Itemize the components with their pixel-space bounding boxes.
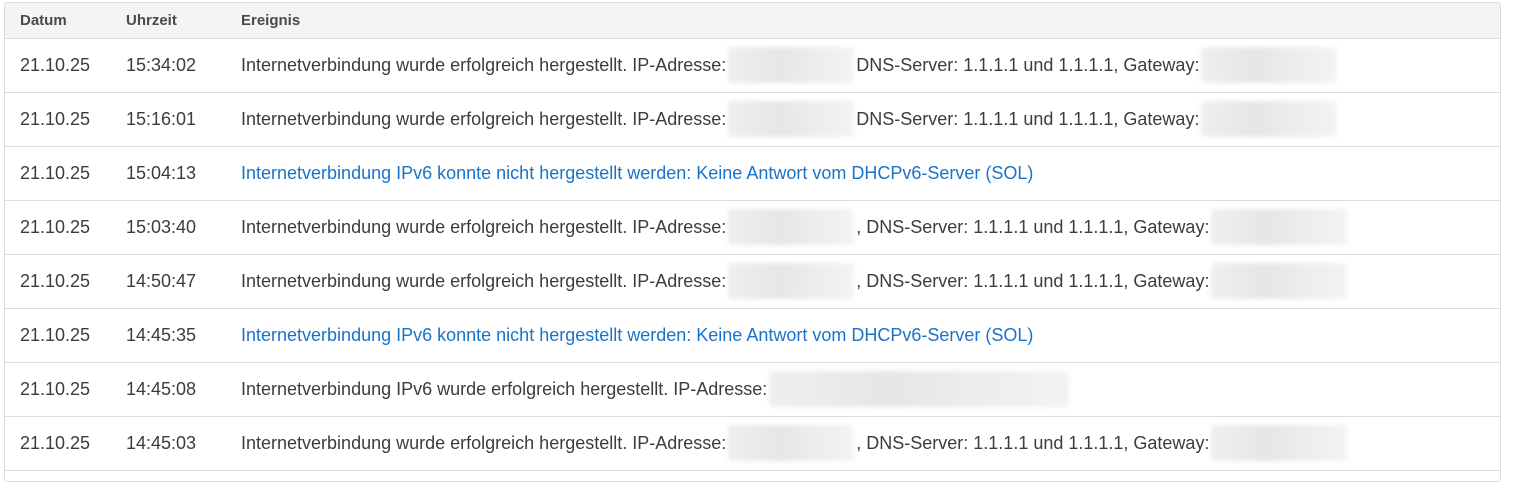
event-text: Internetverbindung IPv6 konnte nicht her… [241,162,1034,183]
row-time: 14:45:08 [126,379,197,399]
event-log-table: Datum Uhrzeit Ereignis 21.10.25 15:34:02 I… [4,2,1501,482]
redacted-ip-address [728,101,855,137]
row-event-link[interactable]: Internetverbindung IPv6 konnte nicht her… [241,155,1033,191]
redacted-ip-address [728,263,855,299]
row-date: 21.10.25 [20,433,91,453]
row-event-link[interactable]: Internetverbindung IPv6 konnte nicht her… [241,317,1033,353]
row-date: 21.10.25 [20,379,91,399]
redacted-gateway [1201,47,1338,83]
redacted-gateway [1211,425,1348,461]
header-event[interactable]: Ereignis [241,12,300,29]
row-event: Internetverbindung wurde erfolgreich her… [241,101,1339,137]
event-text: Internetverbindung wurde erfolgreich her… [241,216,727,237]
table-row: 21.10.25 14:45:08 Internetverbindung IPv6 … [5,363,1500,417]
redacted-gateway [1211,263,1348,299]
table-row: 21.10.25 14:45:03 Internetverbindung wurde… [5,417,1500,471]
event-text: Internetverbindung wurde erfolgreich her… [241,108,727,129]
redacted-gateway [1201,101,1338,137]
table-body: 21.10.25 15:34:02 Internetverbindung wurde… [5,39,1500,471]
redacted-ipv6-address [769,371,1070,407]
row-date: 21.10.25 [20,163,91,183]
row-event: Internetverbindung wurde erfolgreich her… [241,425,1349,461]
row-time: 14:45:35 [126,325,197,345]
event-text: Internetverbindung wurde erfolgreich her… [241,270,727,291]
event-text: Internetverbindung IPv6 wurde erfolgreic… [241,378,768,399]
event-text-dns: , DNS-Server: 1.1.1.1 und 1.1.1.1, Gatew… [856,432,1210,453]
row-date: 21.10.25 [20,271,91,291]
event-text: Internetverbindung wurde erfolgreich her… [241,54,727,75]
table-row: 21.10.25 14:50:47 Internetverbindung wurde… [5,255,1500,309]
row-time: 15:04:13 [126,163,197,183]
table-row: 21.10.25 15:03:40 Internetverbindung wurde… [5,201,1500,255]
row-time: 14:45:03 [126,433,197,453]
event-text-dns: DNS-Server: 1.1.1.1 und 1.1.1.1, Gateway… [856,54,1200,75]
row-event: Internetverbindung IPv6 wurde erfolgreic… [241,371,1071,407]
row-time: 14:50:47 [126,271,197,291]
table-row: 21.10.25 15:04:13 Internetverbindung IPv6 … [5,147,1500,201]
row-event: Internetverbindung wurde erfolgreich her… [241,47,1339,83]
row-time: 15:34:02 [126,55,197,75]
row-date: 21.10.25 [20,325,91,345]
table-header: Datum Uhrzeit Ereignis [5,3,1500,39]
redacted-gateway [1211,209,1348,245]
redacted-ip-address [728,209,855,245]
header-date[interactable]: Datum [20,12,67,29]
row-date: 21.10.25 [20,109,91,129]
header-time[interactable]: Uhrzeit [126,12,177,29]
row-date: 21.10.25 [20,217,91,237]
event-text-dns: , DNS-Server: 1.1.1.1 und 1.1.1.1, Gatew… [856,270,1210,291]
event-text-dns: , DNS-Server: 1.1.1.1 und 1.1.1.1, Gatew… [856,216,1210,237]
redacted-ip-address [728,425,855,461]
event-text-dns: DNS-Server: 1.1.1.1 und 1.1.1.1, Gateway… [856,108,1200,129]
row-event: Internetverbindung wurde erfolgreich her… [241,263,1349,299]
event-text: Internetverbindung wurde erfolgreich her… [241,432,727,453]
redacted-ip-address [728,47,855,83]
row-time: 15:03:40 [126,217,197,237]
table-row: 21.10.25 15:16:01 Internetverbindung wurde… [5,93,1500,147]
table-row: 21.10.25 15:34:02 Internetverbindung wurde… [5,39,1500,93]
row-time: 15:16:01 [126,109,197,129]
row-event: Internetverbindung wurde erfolgreich her… [241,209,1349,245]
row-date: 21.10.25 [20,55,91,75]
table-row: 21.10.25 14:45:35 Internetverbindung IPv6 … [5,309,1500,363]
event-text: Internetverbindung IPv6 konnte nicht her… [241,324,1034,345]
